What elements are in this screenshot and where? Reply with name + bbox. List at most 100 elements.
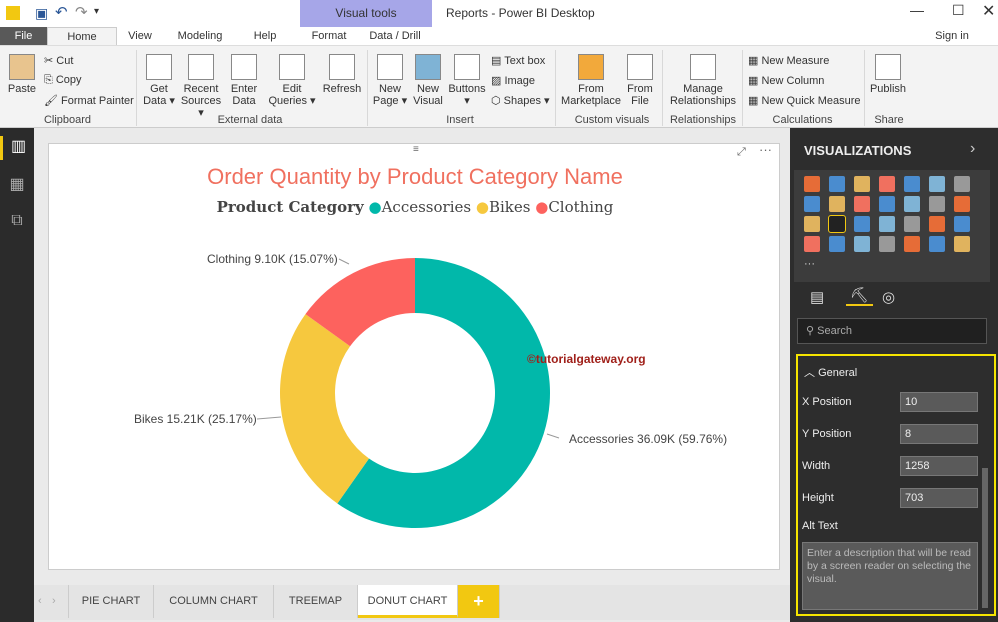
visual-type-icon[interactable] xyxy=(904,216,920,232)
buttons-icon xyxy=(454,54,480,80)
visual-type-icon[interactable] xyxy=(804,216,820,232)
publish-button[interactable]: Publish xyxy=(868,54,908,95)
edit-queries-button[interactable]: Edit Queries ▾ xyxy=(268,54,316,107)
new-page-button[interactable]: New Page ▾ xyxy=(372,54,408,107)
visual-type-icon[interactable] xyxy=(904,236,920,252)
image-label: Image xyxy=(504,75,536,87)
height-input[interactable]: 703 xyxy=(900,488,978,508)
visual-type-icon[interactable] xyxy=(804,176,820,192)
report-canvas[interactable]: ≡ ⤢ ··· Order Quantity by Product Catego… xyxy=(48,142,780,570)
get-data-button[interactable]: Get Data ▾ xyxy=(142,54,176,107)
visual-type-icon[interactable] xyxy=(904,196,920,212)
maximize-button[interactable]: ☐ xyxy=(952,2,965,19)
new-page-label: New Page ▾ xyxy=(372,83,408,107)
visual-type-icon[interactable] xyxy=(879,176,895,192)
new-quick-measure-button[interactable]: ▦ New Quick Measure xyxy=(748,94,861,107)
scrollbar[interactable] xyxy=(982,468,988,608)
leader-line xyxy=(338,258,350,265)
tab-view[interactable]: View xyxy=(120,27,160,46)
y-position-input[interactable]: 8 xyxy=(900,424,978,444)
refresh-icon xyxy=(329,54,355,80)
tab-home[interactable]: Home xyxy=(47,27,117,46)
cut-button[interactable]: ✂ Cut xyxy=(44,54,73,67)
visual-type-icon[interactable] xyxy=(929,236,945,252)
add-page-button[interactable]: + xyxy=(458,585,500,618)
visual-type-icon[interactable] xyxy=(829,176,845,192)
visual-type-icon[interactable] xyxy=(954,216,970,232)
from-file-button[interactable]: From File xyxy=(624,54,656,107)
x-position-input[interactable]: 10 xyxy=(900,392,978,412)
data-view-icon[interactable]: ▦ xyxy=(0,174,34,194)
quick-access-dropdown-icon[interactable]: ▾ xyxy=(94,6,99,17)
new-column-button[interactable]: ▦ New Column xyxy=(748,74,824,87)
general-section-header[interactable]: ︿ General xyxy=(804,364,857,380)
page-tab-pie-chart[interactable]: PIE CHART xyxy=(68,585,154,618)
visual-type-icon[interactable] xyxy=(829,236,845,252)
visual-type-icon[interactable] xyxy=(929,196,945,212)
visual-type-icon[interactable] xyxy=(828,215,846,233)
visual-type-icon[interactable] xyxy=(854,176,870,192)
donut-slice-bikes[interactable] xyxy=(279,314,369,504)
from-marketplace-button[interactable]: From Marketplace xyxy=(560,54,622,107)
visual-type-icon[interactable] xyxy=(929,216,945,232)
tab-modeling[interactable]: Modeling xyxy=(170,27,230,46)
visual-type-icon[interactable] xyxy=(954,236,970,252)
image-button[interactable]: ▨ Image xyxy=(491,74,535,87)
collapse-pane-icon[interactable]: › xyxy=(970,140,975,158)
leader-line xyxy=(256,416,282,420)
save-icon[interactable]: ▣ xyxy=(35,5,48,22)
text-box-label: Text box xyxy=(504,55,546,67)
sign-in-link[interactable]: Sign in xyxy=(928,27,976,46)
visual-type-icon[interactable] xyxy=(904,176,920,192)
report-view-icon[interactable]: ▥ xyxy=(0,136,34,160)
alt-text-input[interactable]: Enter a description that will be read by… xyxy=(802,542,978,610)
tab-file[interactable]: File xyxy=(0,27,47,46)
minimize-button[interactable]: — xyxy=(910,2,924,18)
analytics-tab-icon[interactable]: ◎ xyxy=(882,288,895,306)
visual-type-icon[interactable] xyxy=(854,236,870,252)
visual-type-icon[interactable] xyxy=(854,216,870,232)
tab-format[interactable]: Format xyxy=(300,27,358,46)
visual-type-icon[interactable] xyxy=(954,196,970,212)
visual-type-icon[interactable] xyxy=(854,196,870,212)
visual-type-icon[interactable] xyxy=(879,196,895,212)
page-tab-donut-chart[interactable]: DONUT CHART xyxy=(358,585,458,618)
refresh-button[interactable]: Refresh xyxy=(322,54,362,95)
paste-button[interactable]: Paste xyxy=(6,54,38,95)
new-measure-button[interactable]: ▦ New Measure xyxy=(748,54,829,67)
scroll-right-icon[interactable]: › xyxy=(52,595,56,607)
buttons-button[interactable]: Buttons ▾ xyxy=(448,54,486,107)
copy-label: Copy xyxy=(55,74,82,86)
format-tab-icon[interactable]: ⛏ xyxy=(846,286,874,306)
tab-help[interactable]: Help xyxy=(245,27,285,46)
recent-sources-button[interactable]: Recent Sources ▾ xyxy=(178,54,224,119)
search-input[interactable]: ⚲ Search xyxy=(797,318,987,344)
visual-type-icon[interactable] xyxy=(954,176,970,192)
shapes-button[interactable]: ⬡ Shapes ▾ xyxy=(491,94,550,107)
scroll-left-icon[interactable]: ‹ xyxy=(38,595,42,607)
copy-button[interactable]: ⎘ Copy xyxy=(44,74,82,87)
visual-type-icon[interactable] xyxy=(929,176,945,192)
model-view-icon[interactable]: ⧉ xyxy=(0,212,34,230)
width-input[interactable]: 1258 xyxy=(900,456,978,476)
page-tab-column-chart[interactable]: COLUMN CHART xyxy=(154,585,274,618)
window-title: Reports - Power BI Desktop xyxy=(446,6,595,20)
format-painter-button[interactable]: 🖌 Format Painter xyxy=(44,94,134,107)
visual-type-icon[interactable] xyxy=(804,236,820,252)
redo-icon[interactable]: ↷ xyxy=(75,3,88,21)
visual-type-icon[interactable] xyxy=(879,216,895,232)
undo-icon[interactable]: ↶ xyxy=(55,3,68,21)
close-button[interactable]: ✕ xyxy=(982,1,995,21)
text-box-button[interactable]: ▤ Text box xyxy=(491,54,545,67)
visual-type-icon[interactable] xyxy=(804,196,820,212)
new-visual-button[interactable]: New Visual xyxy=(410,54,446,107)
fields-tab-icon[interactable]: ▤ xyxy=(810,288,824,306)
page-tab-treemap[interactable]: TREEMAP xyxy=(274,585,358,618)
visual-type-icon[interactable] xyxy=(879,236,895,252)
visual-type-icon[interactable] xyxy=(829,196,845,212)
tab-data-drill[interactable]: Data / Drill xyxy=(362,27,428,46)
enter-data-button[interactable]: Enter Data xyxy=(228,54,260,107)
data-label-accessories: Accessories 36.09K (59.76%) xyxy=(569,432,728,446)
manage-relationships-button[interactable]: Manage Relationships xyxy=(668,54,738,107)
more-visuals-icon[interactable]: ··· xyxy=(804,258,815,270)
